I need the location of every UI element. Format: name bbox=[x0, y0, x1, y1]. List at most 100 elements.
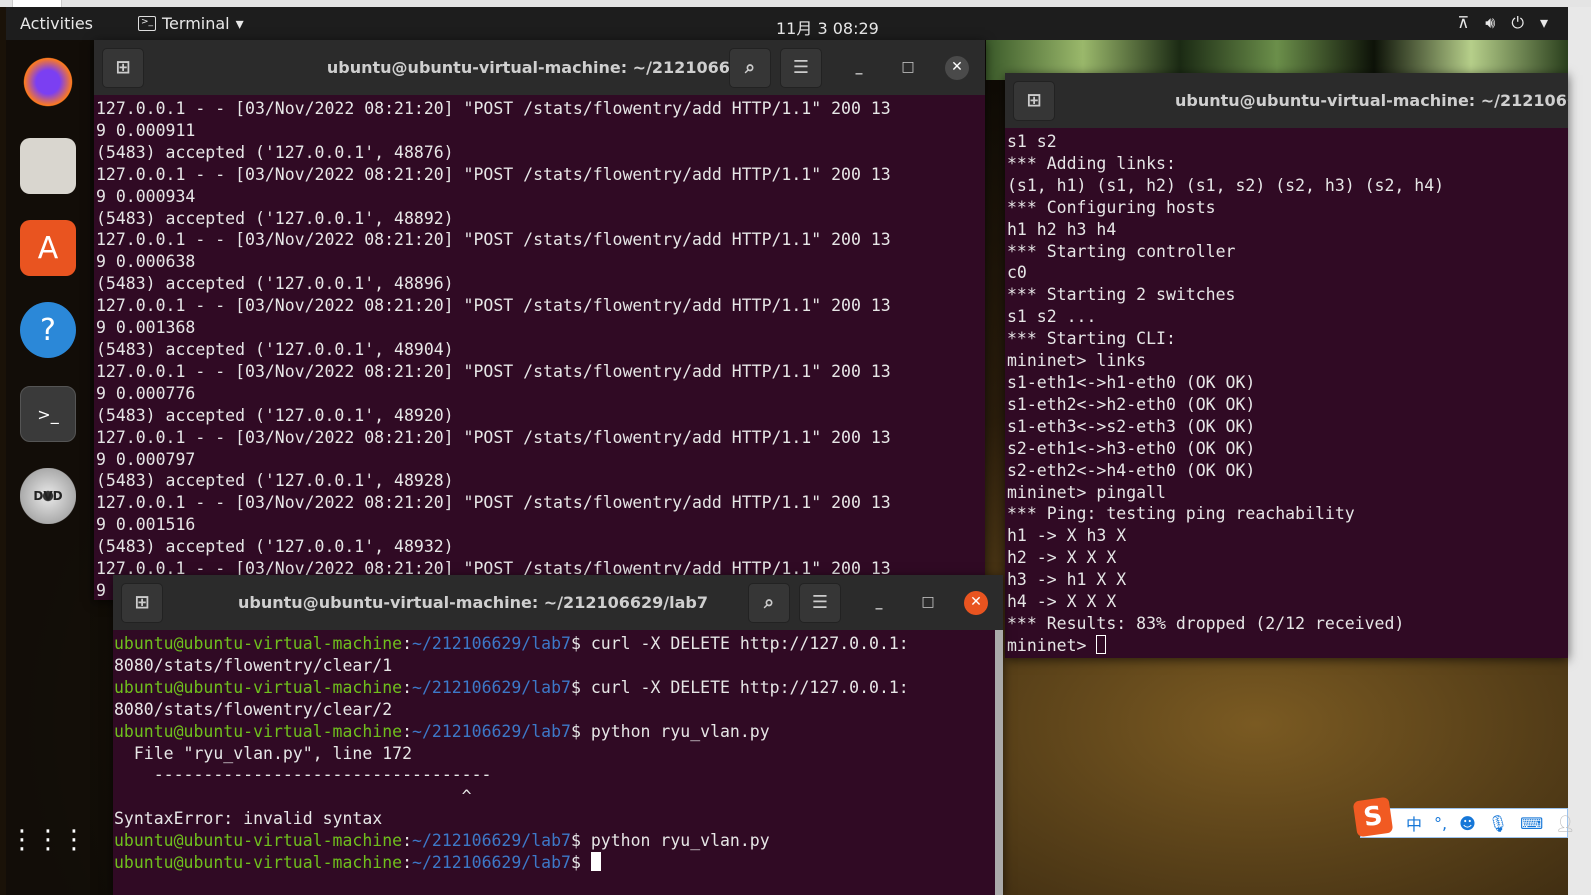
terminal-line: (5483) accepted ('127.0.0.1', 48892) bbox=[96, 208, 454, 228]
keyboard-icon[interactable]: ⌨ bbox=[1520, 814, 1543, 833]
system-tray[interactable]: ⊼ 🔊︎ ⏻ ▾ bbox=[1458, 13, 1549, 33]
terminal-line: *** Starting controller bbox=[1007, 241, 1236, 261]
colon: : bbox=[402, 831, 413, 851]
terminal-line: h2 -> X X X bbox=[1007, 548, 1117, 568]
colon: : bbox=[402, 634, 413, 653]
ime-punct[interactable]: °, bbox=[1434, 814, 1447, 833]
terminal-line: *** Starting 2 switches bbox=[1007, 285, 1236, 305]
terminal-line: File "ryu_vlan.py", line 172 bbox=[114, 743, 995, 765]
terminal-line: s1-eth2<->h2-eth0 (OK OK) bbox=[1007, 394, 1256, 414]
search-icon[interactable]: ⌕ bbox=[729, 48, 771, 88]
search-icon[interactable]: ⌕ bbox=[748, 583, 790, 623]
terminal-line: (5483) accepted ('127.0.0.1', 48876) bbox=[96, 142, 454, 162]
cursor bbox=[590, 852, 601, 872]
command: curl -X DELETE http://127.0.0.1: bbox=[590, 634, 909, 653]
close-icon[interactable]: ✕ bbox=[945, 56, 969, 80]
dollar: $ bbox=[570, 853, 591, 873]
terminal-line: 127.0.0.1 - - [03/Nov/2022 08:21:20] "PO… bbox=[96, 296, 891, 316]
menu-icon[interactable]: ☰ bbox=[780, 48, 822, 88]
terminal-output[interactable]: 127.0.0.1 - - [03/Nov/2022 08:21:20] "PO… bbox=[94, 95, 985, 600]
prompt-path: ~/212106629/lab7 bbox=[412, 831, 571, 851]
terminal-window-ryu[interactable]: ⊞ ubuntu@ubuntu-virtual-machine: ~/21210… bbox=[94, 40, 985, 600]
terminal-line: s1 s2 ... bbox=[1007, 307, 1097, 327]
terminal-line: 9 0.001516 bbox=[96, 515, 196, 535]
minimize-icon[interactable]: _ bbox=[847, 56, 871, 80]
user-icon[interactable]: 👤︎ bbox=[1555, 814, 1575, 833]
titlebar: ⊞ ubuntu@ubuntu-virtual-machine: ~/21210… bbox=[1005, 73, 1568, 128]
help-icon[interactable]: ? bbox=[20, 302, 76, 358]
app-menu[interactable]: >_ Terminal ▾ bbox=[138, 14, 244, 33]
output: File "ryu_vlan.py", line 172 bbox=[114, 743, 413, 763]
prompt-path: ~/212106629/lab7 bbox=[412, 677, 571, 697]
terminal-line: 9 0.000934 bbox=[96, 186, 196, 206]
terminal-line: s1-eth1<->h1-eth0 (OK OK) bbox=[1007, 372, 1256, 392]
terminal-line: ubuntu@ubuntu-virtual-machine:~/21210662… bbox=[114, 677, 995, 699]
prompt-user: ubuntu@ubuntu-virtual-machine bbox=[114, 721, 403, 741]
maximize-icon[interactable]: □ bbox=[916, 591, 940, 615]
dollar: $ bbox=[570, 831, 591, 851]
ime-mode[interactable]: 中 bbox=[1406, 811, 1422, 835]
power-icon: ⏻ bbox=[1511, 13, 1524, 32]
output: ---------------------------------- bbox=[114, 765, 492, 785]
browser-tab[interactable] bbox=[12, 0, 62, 7]
dock: A ? >_ DVD ⋮⋮⋮ bbox=[6, 40, 90, 895]
top-panel: Activities >_ Terminal ▾ 11月 3 08:29 ⊼ 🔊︎ ⏻ ▾ bbox=[6, 7, 1568, 40]
terminal-line: 9 0.000911 bbox=[96, 120, 196, 140]
menu-icon[interactable]: ☰ bbox=[799, 583, 841, 623]
sogou-logo: S bbox=[1352, 796, 1394, 838]
network-icon: ⊼ bbox=[1457, 13, 1470, 32]
microphone-icon[interactable]: 🎙︎ bbox=[1488, 814, 1508, 833]
terminal-line: 127.0.0.1 - - [03/Nov/2022 08:21:20] "PO… bbox=[96, 361, 891, 381]
ime-toolbar[interactable]: S 中 °, ☻ 🎙︎ ⌨ 👤︎ bbox=[1352, 796, 1576, 838]
minimize-icon[interactable]: _ bbox=[867, 591, 891, 615]
prompt-line: mininet> bbox=[1007, 634, 1568, 657]
chevron-down-icon: ▾ bbox=[235, 14, 244, 33]
files-icon[interactable] bbox=[20, 138, 76, 194]
colon: : bbox=[402, 721, 413, 741]
dvd-icon[interactable]: DVD bbox=[20, 468, 76, 524]
prompt-path: ~/212106629/lab7 bbox=[412, 721, 571, 741]
emoji-icon[interactable]: ☻ bbox=[1459, 814, 1476, 833]
terminal-line: ---------------------------------- bbox=[114, 764, 995, 786]
app-menu-label: Terminal bbox=[162, 14, 230, 33]
output: SyntaxError: invalid syntax bbox=[114, 809, 383, 829]
terminal-output[interactable]: s1 s2 *** Adding links: (s1, h1) (s1, h2) … bbox=[1005, 128, 1568, 658]
clock[interactable]: 11月 3 08:29 bbox=[776, 15, 879, 39]
command: python ryu_vlan.py bbox=[590, 721, 770, 741]
terminal-window-lab7[interactable]: ⊞ ubuntu@ubuntu-virtual-machine: ~/21210… bbox=[113, 575, 1003, 895]
output: 8080/stats/flowentry/clear/1 bbox=[114, 655, 393, 675]
terminal-line: 127.0.0.1 - - [03/Nov/2022 08:21:20] "PO… bbox=[96, 99, 891, 118]
terminal-icon[interactable]: >_ bbox=[20, 386, 76, 442]
volume-icon: 🔊︎ bbox=[1485, 13, 1496, 32]
software-icon[interactable]: A bbox=[20, 220, 76, 276]
terminal-line: ^ bbox=[114, 786, 995, 808]
app-grid-icon[interactable]: ⋮⋮⋮ bbox=[9, 812, 87, 868]
colon: : bbox=[402, 853, 413, 873]
terminal-line: 127.0.0.1 - - [03/Nov/2022 08:21:20] "PO… bbox=[96, 230, 891, 250]
terminal-line: 8080/stats/flowentry/clear/1 bbox=[114, 655, 995, 677]
dollar: $ bbox=[570, 677, 591, 697]
terminal-line: h3 -> h1 X X bbox=[1007, 570, 1127, 590]
terminal-line: s2-eth2<->h4-eth0 (OK OK) bbox=[1007, 460, 1256, 480]
window-title: ubuntu@ubuntu-virtual-machine: ~/2121066… bbox=[1175, 91, 1568, 110]
terminal-line: 127.0.0.1 - - [03/Nov/2022 08:21:20] "PO… bbox=[96, 427, 891, 447]
terminal-line: 9 0.000776 bbox=[96, 383, 196, 403]
close-icon[interactable]: ✕ bbox=[964, 591, 988, 615]
activities-button[interactable]: Activities bbox=[20, 14, 93, 33]
terminal-window-mininet[interactable]: ⊞ ubuntu@ubuntu-virtual-machine: ~/21210… bbox=[1005, 73, 1568, 658]
new-tab-icon[interactable]: ⊞ bbox=[1013, 81, 1055, 121]
terminal-line: *** Starting CLI: bbox=[1007, 329, 1176, 349]
terminal-line: 9 0.001368 bbox=[96, 318, 196, 338]
terminal-line: (5483) accepted ('127.0.0.1', 48904) bbox=[96, 339, 454, 359]
terminal-output[interactable]: ubuntu@ubuntu-virtual-machine:~/21210662… bbox=[113, 630, 1003, 895]
colon: : bbox=[402, 677, 413, 697]
terminal-line: h1 -> X h3 X bbox=[1007, 526, 1127, 546]
prompt-user: ubuntu@ubuntu-virtual-machine bbox=[114, 853, 403, 873]
firefox-icon[interactable] bbox=[20, 54, 76, 110]
command: python ryu_vlan.py bbox=[590, 831, 770, 851]
chevron-down-icon: ▾ bbox=[1539, 13, 1548, 32]
terminal-line: 9 0.000638 bbox=[96, 252, 196, 272]
cursor bbox=[1096, 634, 1107, 654]
maximize-icon[interactable]: □ bbox=[896, 56, 920, 80]
terminal-line: (5483) accepted ('127.0.0.1', 48928) bbox=[96, 471, 454, 491]
